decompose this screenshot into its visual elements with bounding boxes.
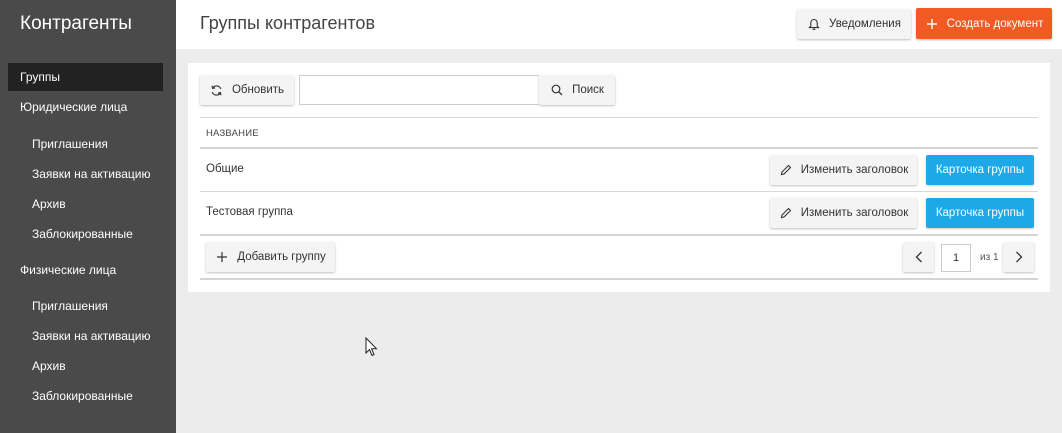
divider [200,278,1038,280]
app-title: Контрагенты [20,13,132,34]
sidebar-item-legal-invitations[interactable]: Приглашения [0,130,176,158]
add-group-button[interactable]: Добавить группу [206,242,335,272]
refresh-icon [210,83,224,97]
group-card-button[interactable]: Карточка группы [926,155,1034,185]
sidebar-item-individual-activation-requests[interactable]: Заявки на активацию [0,322,176,350]
page-title: Группы контрагентов [200,13,376,33]
header: Группы контрагентов Уведомления Создать … [176,0,1062,49]
sidebar-item-legal-entities[interactable]: Юридические лица [0,93,176,121]
sidebar-item-individual-invitations[interactable]: Приглашения [0,292,176,320]
search-icon [550,83,564,97]
sidebar-item-individuals[interactable]: Физические лица [0,256,176,284]
mouse-cursor-icon [365,336,378,360]
next-page-button[interactable] [1003,242,1034,272]
pencil-icon [779,163,793,177]
add-group-label: Добавить группу [237,251,326,263]
search-button[interactable]: Поиск [539,75,615,105]
group-card-button[interactable]: Карточка группы [926,198,1034,228]
sidebar-item-legal-activation-requests[interactable]: Заявки на активацию [0,160,176,188]
search-input[interactable] [299,75,539,105]
page-number-input[interactable]: 1 [941,244,971,272]
notifications-button[interactable]: Уведомления [797,9,911,39]
bell-icon [807,17,821,31]
divider [200,147,1038,149]
create-document-button[interactable]: Создать документ [916,8,1052,39]
create-document-label: Создать документ [946,17,1044,30]
edit-title-button[interactable]: Изменить заголовок [770,198,917,228]
page-count: из 1 [980,252,999,263]
edit-title-label: Изменить заголовок [800,164,909,176]
sidebar-item-individual-blocked[interactable]: Заблокированные [0,382,176,410]
prev-page-button[interactable] [903,242,934,272]
search-label: Поиск [572,84,604,96]
divider [200,191,1038,192]
pencil-icon [779,206,793,220]
group-name: Тестовая группа [206,206,293,218]
column-header-name[interactable]: НАЗВАНИЕ [206,128,259,139]
sidebar-item-individual-archive[interactable]: Архив [0,352,176,380]
notifications-label: Уведомления [829,18,901,30]
divider [200,117,1038,118]
chevron-left-icon [915,251,923,263]
groups-panel: Обновить Поиск НАЗВАНИЕ Общие Изменить з… [188,63,1050,292]
plus-icon [925,17,939,31]
group-name: Общие [206,163,244,175]
plus-icon [215,250,229,264]
divider [200,234,1038,236]
sidebar-item-legal-archive[interactable]: Архив [0,190,176,218]
refresh-label: Обновить [231,84,285,96]
refresh-button[interactable]: Обновить [200,75,294,105]
sidebar: Контрагенты Группы Юридические лица Приг… [0,0,176,433]
chevron-right-icon [1015,251,1023,263]
edit-title-button[interactable]: Изменить заголовок [770,155,917,185]
sidebar-item-groups[interactable]: Группы [8,63,163,91]
edit-title-label: Изменить заголовок [800,207,909,219]
sidebar-item-legal-blocked[interactable]: Заблокированные [0,220,176,248]
